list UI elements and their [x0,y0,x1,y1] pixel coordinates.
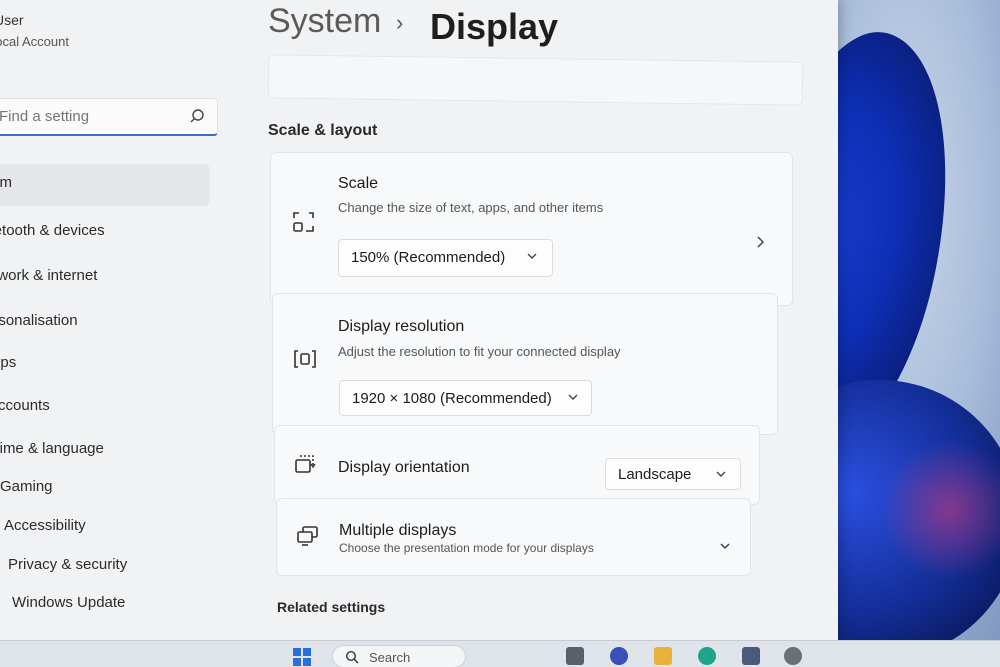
sidebar-item-label: Personalisation [0,312,78,329]
sidebar-item-label: Accessibility [4,517,86,534]
taskbar-app-icon[interactable] [566,647,584,665]
sidebar-item-windows-update[interactable]: Windows Update [12,594,125,611]
search-icon [190,109,204,123]
resolution-icon [294,350,316,368]
sidebar-item-label: Privacy & security [8,556,128,573]
sidebar-item-accessibility[interactable]: Accessibility [4,517,86,534]
search-input[interactable] [0,99,171,133]
sidebar-item-label: System [0,174,13,191]
chevron-down-icon [568,394,578,400]
taskbar-store-icon[interactable] [742,647,760,665]
sidebar-item-personalisation[interactable]: Personalisation [0,312,78,329]
resolution-dropdown-value: 1920 × 1080 (Recommended) [352,390,552,407]
chevron-down-icon [527,253,537,259]
windows-start-icon[interactable] [292,647,312,667]
taskbar-edge-icon[interactable] [698,647,716,665]
scale-card[interactable]: Scale Change the size of text, apps, and… [270,152,793,306]
taskbar-settings-icon[interactable] [784,647,802,665]
multiple-displays-icon [297,526,318,546]
scale-subtitle: Change the size of text, apps, and other… [338,200,604,215]
resolution-card: Display resolution Adjust the resolution… [272,293,778,435]
chevron-down-icon [716,471,726,477]
orientation-icon [295,455,316,473]
resolution-dropdown[interactable]: 1920 × 1080 (Recommended) [339,380,592,416]
search-icon [345,650,359,664]
settings-window: User Local Account System Bluetooth & de… [0,0,838,640]
chevron-down-icon[interactable] [718,539,732,553]
resolution-title: Display resolution [338,318,465,335]
sidebar-item-gaming[interactable]: Gaming [0,478,53,495]
user-account-type: Local Account [0,34,69,49]
sidebar-item-accounts[interactable]: Accounts [0,397,50,414]
taskbar-folder-icon[interactable] [654,647,672,665]
resolution-subtitle: Adjust the resolution to fit your connec… [338,344,621,359]
breadcrumb-parent[interactable]: System [268,2,381,41]
sidebar-item-label: Gaming [0,478,53,495]
sidebar-item-label: Bluetooth & devices [0,222,105,239]
multiple-displays-subtitle: Choose the presentation mode for your di… [339,541,594,555]
taskbar-search[interactable]: Search [332,645,466,667]
orientation-title: Display orientation [338,459,470,476]
related-settings-heading: Related settings [277,599,386,615]
orientation-dropdown-value: Landscape [618,466,692,483]
display-preview-card [267,54,804,106]
multiple-displays-card[interactable]: Multiple displays Choose the presentatio… [276,498,751,576]
taskbar-app-icon[interactable] [610,647,628,665]
sidebar-item-system[interactable]: System [0,164,210,206]
scale-icon [293,212,314,232]
scale-dropdown-value: 150% (Recommended) [351,249,506,266]
breadcrumb-separator: › [396,10,404,35]
scale-dropdown[interactable]: 150% (Recommended) [338,239,553,277]
taskbar: Search [0,640,1000,667]
chevron-right-icon[interactable] [753,235,767,249]
orientation-dropdown[interactable]: Landscape [605,458,741,490]
sidebar-item-label: Windows Update [12,594,126,611]
search-box[interactable] [0,98,218,136]
sidebar-item-apps[interactable]: Apps [0,354,16,371]
sidebar-item-bluetooth[interactable]: Bluetooth & devices [0,222,105,239]
sidebar-item-label: Time & language [0,440,104,457]
user-name: User [0,12,24,28]
sidebar-item-time-language[interactable]: Time & language [0,440,104,457]
sidebar-item-privacy[interactable]: Privacy & security [8,556,127,573]
scale-title: Scale [338,175,379,192]
sidebar-item-label: Network & internet [0,267,98,284]
section-title: Scale & layout [268,122,378,139]
orientation-card: Display orientation Landscape [274,425,760,505]
sidebar-item-network[interactable]: Network & internet [0,267,97,284]
sidebar-item-label: Apps [0,354,17,371]
sidebar: User Local Account System Bluetooth & de… [0,0,240,640]
page-title: Display [430,6,559,47]
multiple-displays-title: Multiple displays [339,522,457,539]
taskbar-search-label: Search [369,650,411,665]
sidebar-item-label: Accounts [0,397,50,414]
